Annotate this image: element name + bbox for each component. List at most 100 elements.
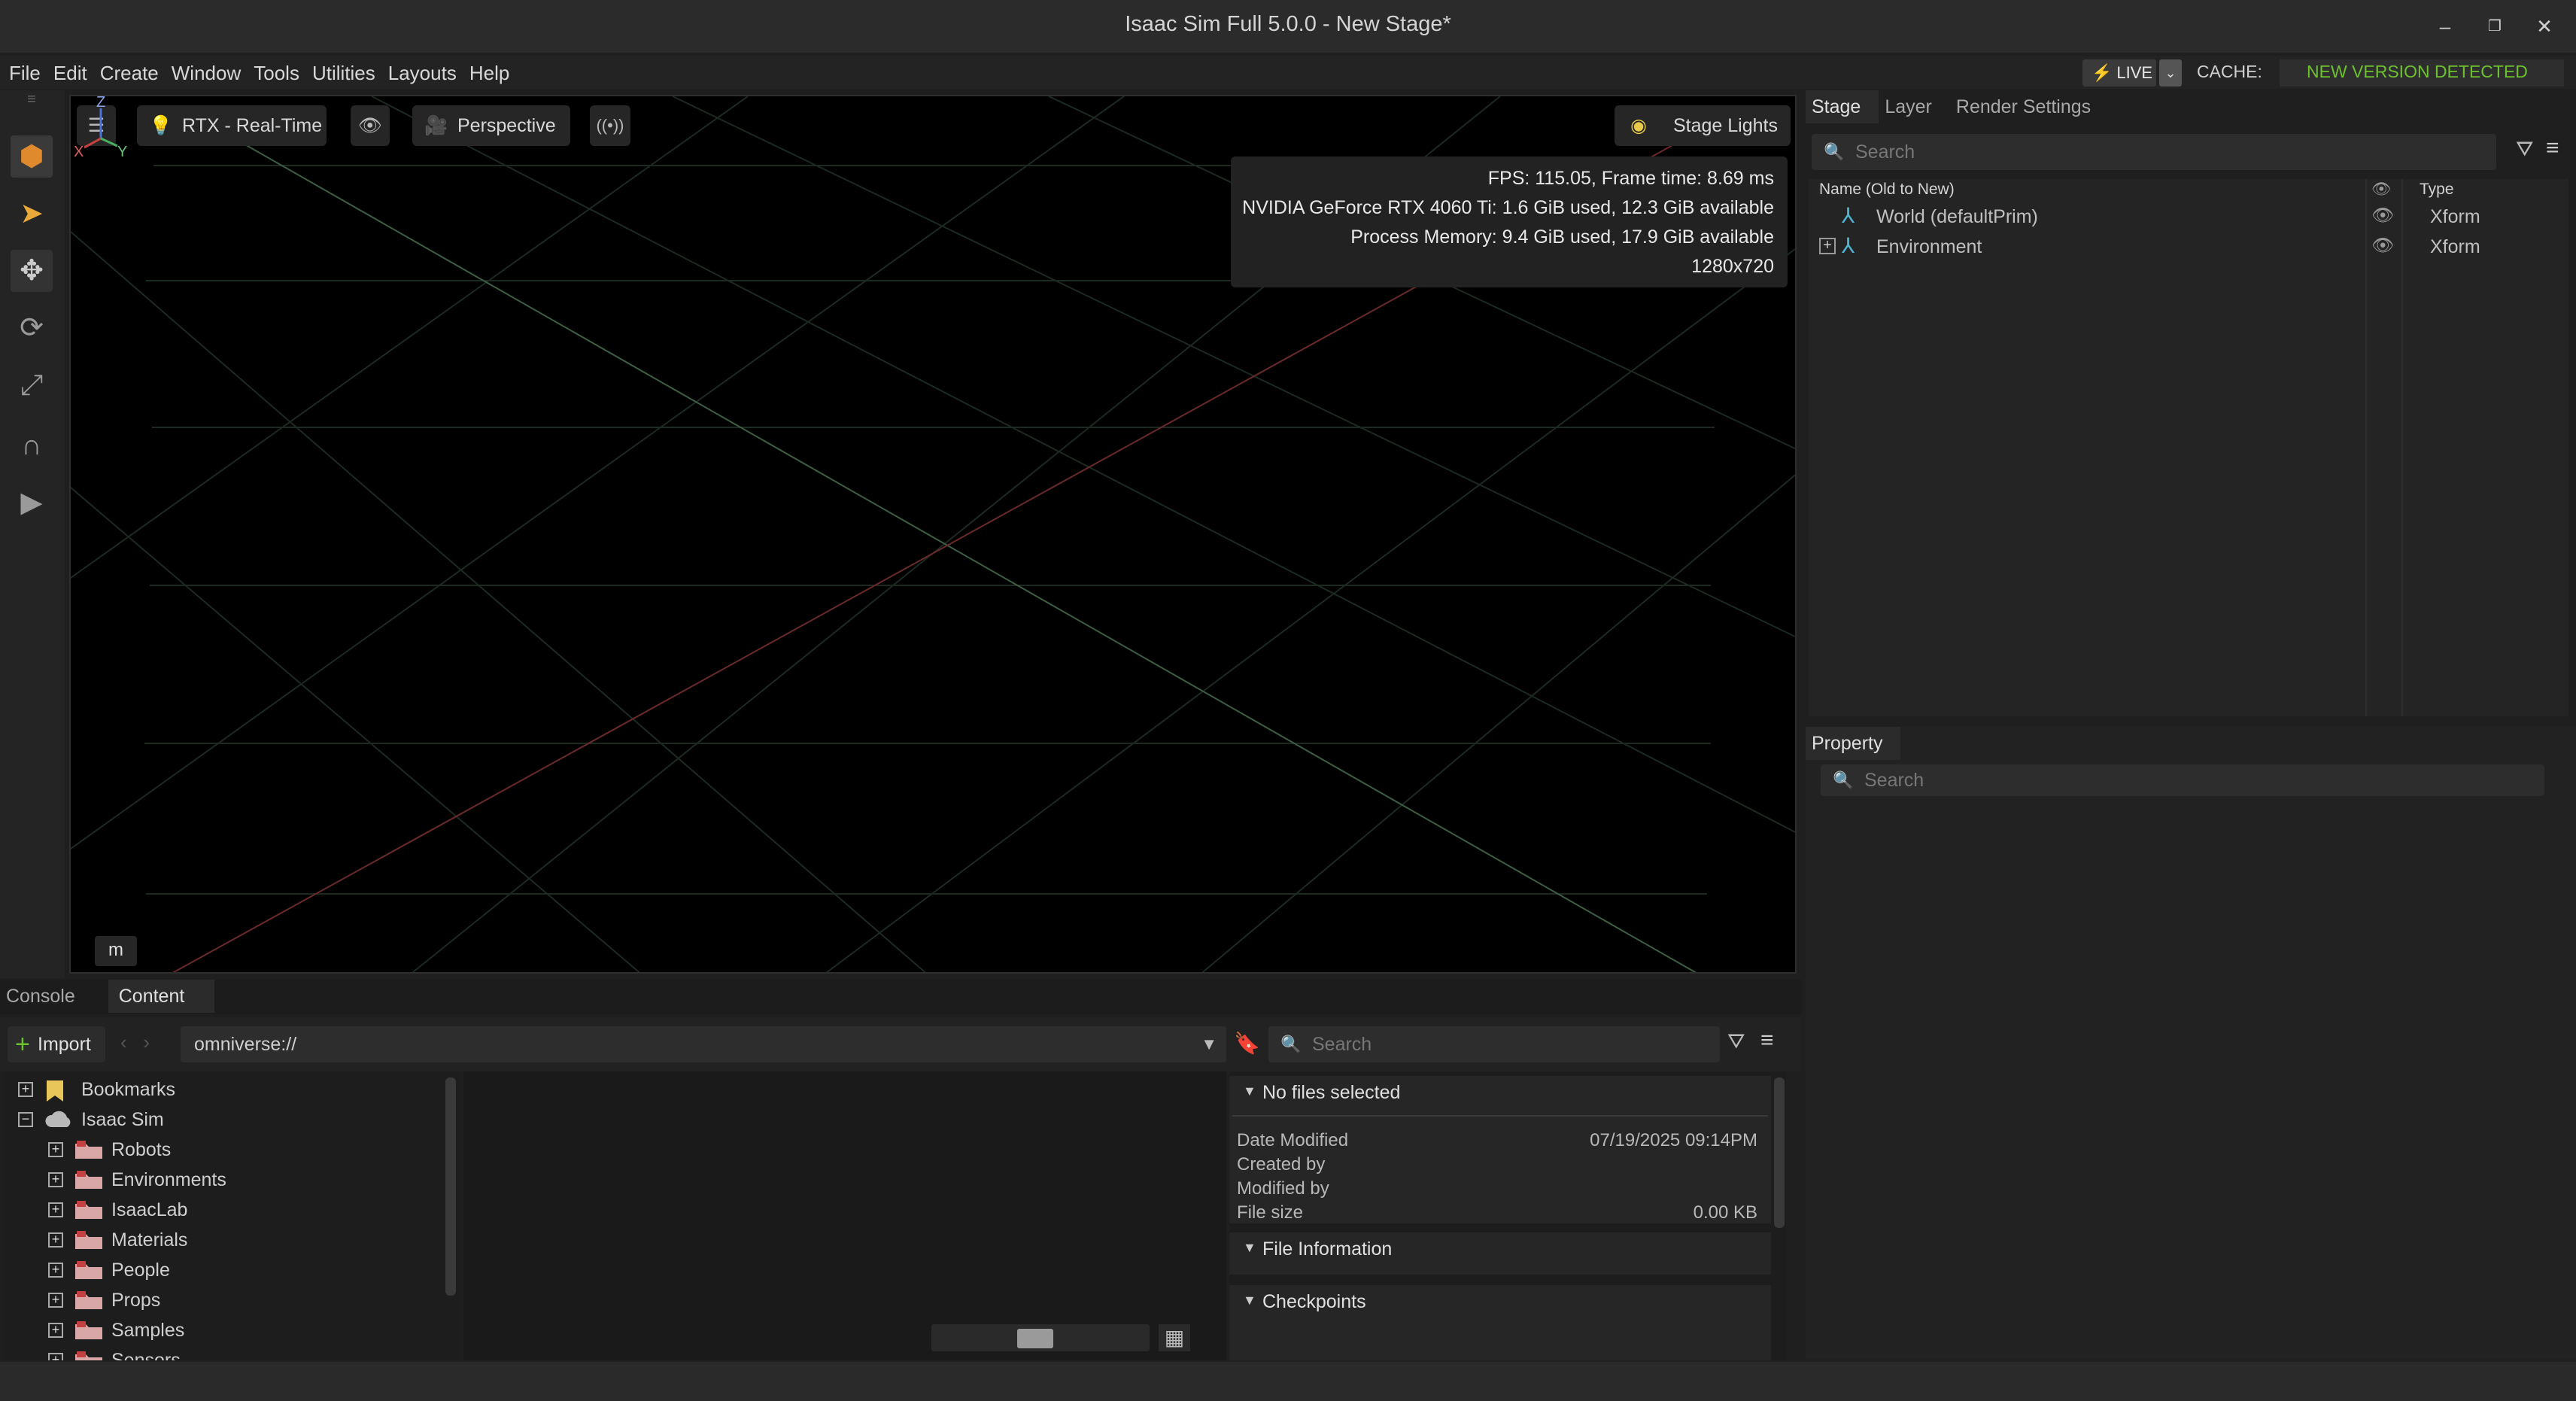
import-button[interactable]: + Import <box>8 1026 105 1062</box>
back-arrow-icon[interactable]: ‹ <box>120 1031 127 1053</box>
minimize-icon[interactable]: – <box>2430 14 2460 39</box>
tree-item-label: Props <box>111 1290 161 1311</box>
path-input[interactable]: omniverse:// ▼ <box>181 1026 1226 1062</box>
live-dropdown-chevron-icon[interactable]: ⌄ <box>2159 59 2182 87</box>
tree-item-label: People <box>111 1260 170 1281</box>
stage-tree: Name (Old to New) 👁 Type ⅄ World (defaul… <box>1809 179 2568 716</box>
expand-plus-icon[interactable]: + <box>48 1172 63 1187</box>
hamburger-menu-icon[interactable]: ≡ <box>1760 1028 1774 1053</box>
column-name-header[interactable]: Name (Old to New) <box>1819 181 1955 199</box>
move-icon[interactable]: ✥ <box>11 250 53 292</box>
camera-label: Perspective <box>457 115 556 136</box>
collapse-triangle-icon[interactable]: ▼ <box>1243 1240 1256 1256</box>
grip-icon: ≡ <box>27 91 36 108</box>
tree-item[interactable]: + Samples <box>3 1315 439 1345</box>
menu-utilities[interactable]: Utilities <box>312 62 375 85</box>
info-scrollbar[interactable] <box>1774 1077 1785 1228</box>
stage-search-input[interactable]: 🔍 Search <box>1812 134 2496 170</box>
close-icon[interactable]: ✕ <box>2529 14 2559 39</box>
bookmark-icon[interactable]: 🔖 <box>1234 1031 1260 1056</box>
select-mode-icon[interactable]: ⬢ <box>11 135 53 178</box>
file-browser-pane[interactable]: ▦ <box>463 1071 1226 1360</box>
tree-item[interactable]: − Isaac Sim <box>3 1105 439 1135</box>
live-button[interactable]: ⚡ LIVE <box>2082 59 2156 87</box>
file-information-section[interactable]: ▼ File Information <box>1229 1232 1771 1275</box>
gpu-readout: NVIDIA GeForce RTX 4060 Ti: 1.6 GiB used… <box>1242 197 1774 218</box>
column-type-header[interactable]: Type <box>2420 181 2454 199</box>
status-bar <box>0 1362 2576 1401</box>
tree-item[interactable]: + IsaacLab <box>3 1195 439 1225</box>
no-files-section: ▼ No files selected Date Modified 07/19/… <box>1229 1076 1771 1223</box>
expand-plus-icon[interactable]: + <box>48 1263 63 1278</box>
menu-create[interactable]: Create <box>100 62 159 85</box>
expand-plus-icon[interactable]: + <box>18 1082 33 1097</box>
tree-item[interactable]: + Bookmarks <box>3 1074 439 1105</box>
restore-icon[interactable]: ❐ <box>2480 14 2510 39</box>
forward-arrow-icon[interactable]: › <box>143 1031 150 1053</box>
visibility-eye-icon[interactable]: 👁 <box>2371 235 2394 257</box>
collapse-minus-icon[interactable]: − <box>18 1112 33 1127</box>
collapse-triangle-icon[interactable]: ▼ <box>1243 1293 1256 1308</box>
checkpoints-section[interactable]: ▼ Checkpoints <box>1229 1285 1771 1360</box>
rotate-icon[interactable]: ⟳ <box>11 307 53 349</box>
tree-row-world[interactable]: ⅄ World (defaultPrim) 👁 Xform <box>1809 202 2568 232</box>
tree-scrollbar[interactable] <box>445 1077 456 1296</box>
expand-plus-icon[interactable]: + <box>48 1293 63 1308</box>
viewport[interactable]: ☰ 💡 RTX - Real-Time 👁 🎥 Perspective ((•)… <box>69 95 1797 974</box>
tab-content[interactable]: Content <box>108 980 215 1013</box>
play-icon[interactable]: ▶ <box>11 482 53 524</box>
tree-item[interactable]: + Props <box>3 1285 439 1315</box>
fps-readout: FPS: 115.05, Frame time: 8.69 ms <box>1487 168 1774 189</box>
tree-item[interactable]: + Sensors <box>3 1345 439 1360</box>
hamburger-menu-icon[interactable]: ≡ <box>2546 135 2559 161</box>
tree-row-environment[interactable]: + ⅄ Environment 👁 Xform <box>1809 232 2568 262</box>
menu-edit[interactable]: Edit <box>53 62 87 85</box>
dropdown-triangle-icon[interactable]: ▼ <box>1201 1026 1217 1062</box>
menu-tools[interactable]: Tools <box>254 62 299 85</box>
new-version-notice[interactable]: NEW VERSION DETECTED <box>2307 62 2528 82</box>
filter-icon[interactable]: ⛛ <box>1727 1029 1745 1054</box>
tree-item-label: Robots <box>111 1139 172 1160</box>
tree-item[interactable]: + Environments <box>3 1165 439 1195</box>
expand-plus-icon[interactable]: + <box>48 1323 63 1338</box>
tab-stage[interactable]: Stage <box>1806 90 1879 123</box>
tree-item[interactable]: + People <box>3 1255 439 1285</box>
tree-item-label: Bookmarks <box>81 1079 176 1100</box>
menu-help[interactable]: Help <box>469 62 509 85</box>
tab-property[interactable]: Property <box>1806 727 1901 760</box>
collapse-triangle-icon[interactable]: ▼ <box>1243 1083 1256 1099</box>
render-mode-button[interactable]: 💡 RTX - Real-Time <box>137 105 327 146</box>
filter-icon[interactable]: ⛛ <box>2516 137 2534 162</box>
tree-item[interactable]: + Robots <box>3 1135 439 1165</box>
visibility-eye-icon[interactable]: 👁 <box>2371 205 2394 226</box>
expand-plus-icon[interactable]: + <box>48 1353 63 1360</box>
tab-layer[interactable]: Layer <box>1879 90 1950 123</box>
folder-icon <box>74 1260 104 1281</box>
path-value: omniverse:// <box>194 1034 297 1055</box>
expand-plus-icon[interactable]: + <box>1819 238 1836 254</box>
menu-layouts[interactable]: Layouts <box>388 62 457 85</box>
expand-plus-icon[interactable]: + <box>48 1142 63 1157</box>
menu-bar: File Edit Create Window Tools Utilities … <box>0 56 2576 89</box>
pointer-icon[interactable]: ➤ <box>11 193 53 235</box>
tab-render-settings[interactable]: Render Settings <box>1950 90 2109 123</box>
tab-console[interactable]: Console <box>0 980 93 1013</box>
stage-lights-button[interactable]: ◉ Stage Lights <box>1615 105 1791 146</box>
eye-icon[interactable]: 👁 <box>2371 181 2392 199</box>
list-view-icon[interactable]: ▦ <box>1159 1324 1190 1351</box>
slider-thumb[interactable] <box>1017 1329 1053 1348</box>
expand-plus-icon[interactable]: + <box>48 1232 63 1248</box>
camera-button[interactable]: 🎥 Perspective <box>412 105 570 146</box>
snap-magnet-icon[interactable]: ∩ <box>11 424 53 466</box>
menu-file[interactable]: File <box>9 62 41 85</box>
property-search-input[interactable]: 🔍 Search <box>1821 764 2544 796</box>
tree-item[interactable]: + Materials <box>3 1225 439 1255</box>
content-search-input[interactable]: 🔍 Search <box>1268 1026 1720 1062</box>
menu-window[interactable]: Window <box>172 62 241 85</box>
scale-icon[interactable]: ⤢ <box>11 364 53 406</box>
unit-badge[interactable]: m <box>95 936 137 966</box>
visibility-button[interactable]: 👁 <box>351 105 390 146</box>
sensor-button[interactable]: ((•)) <box>590 105 630 146</box>
expand-plus-icon[interactable]: + <box>48 1202 63 1217</box>
viewport-stats-overlay: FPS: 115.05, Frame time: 8.69 ms NVIDIA … <box>1231 157 1788 287</box>
